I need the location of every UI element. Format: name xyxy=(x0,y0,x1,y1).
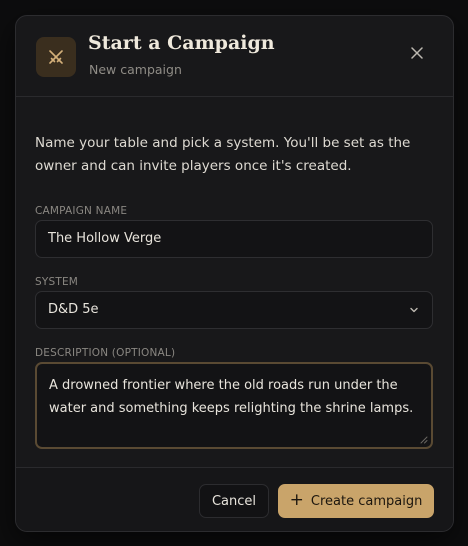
dialog-subtitle: New campaign xyxy=(89,62,182,77)
system-selected-value: D&D 5e xyxy=(48,302,99,317)
system-select[interactable]: D&D 5e xyxy=(35,291,433,329)
description-label: DESCRIPTION (OPTIONAL) xyxy=(35,347,176,359)
plus-icon: + xyxy=(289,489,304,510)
description-text: A drowned frontier where the old roads r… xyxy=(49,378,414,416)
cancel-button[interactable]: Cancel xyxy=(199,484,269,518)
campaign-name-label: CAMPAIGN NAME xyxy=(35,205,128,217)
create-campaign-button[interactable]: + Create campaign xyxy=(278,484,434,518)
create-campaign-label: Create campaign xyxy=(310,493,423,509)
intro-text: Name your table and pick a system. You'l… xyxy=(35,135,411,174)
description-textarea[interactable]: A drowned frontier where the old roads r… xyxy=(35,362,433,449)
dialog-header: Start a Campaign New campaign xyxy=(16,16,453,97)
dialog-footer: Cancel + Create campaign xyxy=(16,467,453,531)
dialog-title: Start a Campaign xyxy=(88,32,275,54)
crossed-swords-icon xyxy=(36,37,76,77)
resize-handle-icon[interactable] xyxy=(420,436,428,444)
chevron-down-icon xyxy=(410,307,418,313)
dialog-body: Name your table and pick a system. You'l… xyxy=(16,97,453,467)
system-label: SYSTEM xyxy=(35,276,79,288)
start-campaign-dialog: Start a Campaign New campaign Name your … xyxy=(15,15,454,532)
campaign-name-input[interactable]: The Hollow Verge xyxy=(35,220,433,258)
close-button[interactable] xyxy=(404,40,430,66)
close-icon xyxy=(411,47,423,59)
